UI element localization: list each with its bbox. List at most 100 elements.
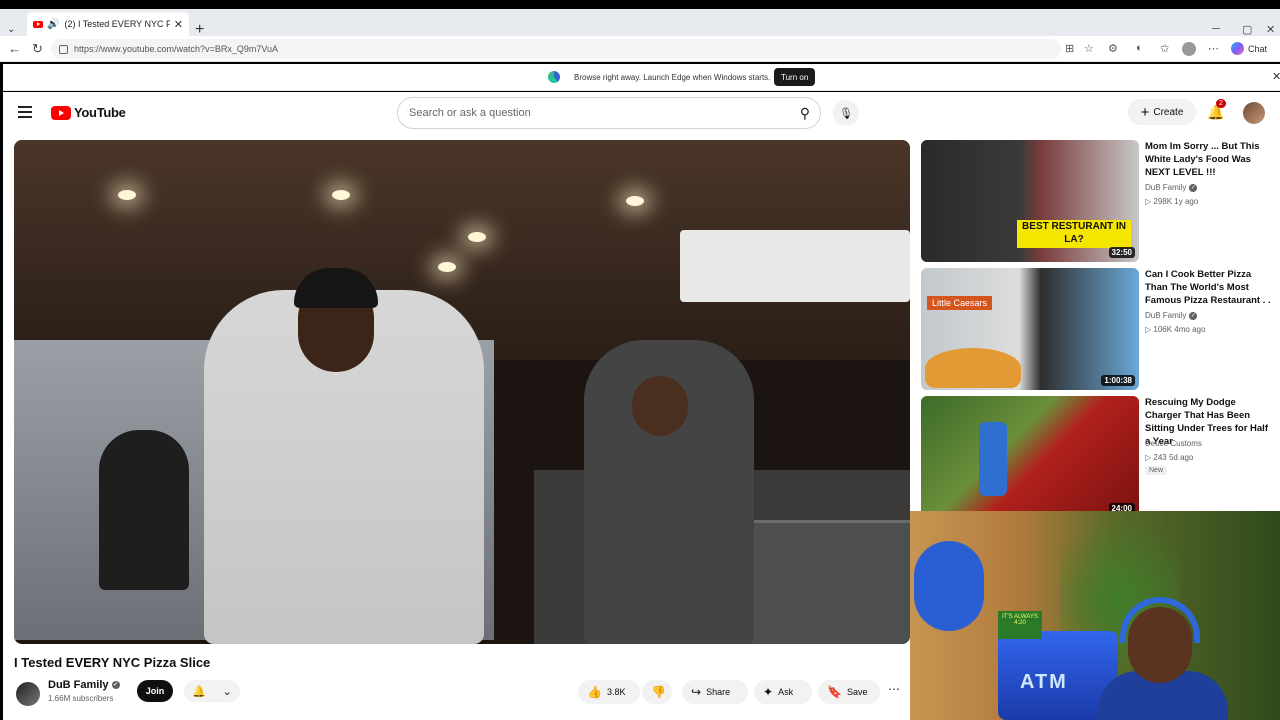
create-button[interactable]: + Create (1128, 99, 1196, 125)
tab-title: (2) I Tested EVERY NYC Pizza (64, 19, 170, 29)
ask-button[interactable]: ✦ Ask (754, 680, 812, 704)
refresh-icon[interactable]: ↻ (32, 41, 43, 57)
site-info-icon[interactable] (59, 44, 68, 54)
more-actions-icon[interactable]: ⋯ (888, 682, 900, 696)
video-scene-ac (680, 230, 910, 302)
recommendation-channel-row: DuB Family ✓ (1145, 183, 1198, 192)
tab-strip: ⌄ 🔊 (2) I Tested EVERY NYC Pizza ✕ + ─ ▢… (0, 9, 1280, 38)
plus-icon: + (1140, 103, 1150, 121)
recommendation-title[interactable]: Mom Im Sorry ... But This White Lady's F… (1145, 140, 1273, 179)
search-input[interactable]: Search or ask a question ⚲ (397, 97, 821, 129)
webcam-poster: IT'S ALWAYS 4:20 (998, 611, 1042, 639)
recommendation-meta: ▷ 243 5d ago (1145, 453, 1194, 462)
account-avatar[interactable] (1243, 102, 1265, 124)
copilot-chat-button[interactable]: Chat (1231, 42, 1267, 55)
channel-avatar[interactable] (16, 682, 40, 706)
video-duration: 32:50 (1108, 247, 1135, 258)
dislike-button[interactable]: 👎 (642, 680, 672, 704)
video-player[interactable] (14, 140, 910, 644)
channel-name-row[interactable]: DuB Family ✓ (48, 679, 120, 691)
recommendation-channel[interactable]: DuB Family (1145, 311, 1186, 320)
chat-label: Chat (1248, 43, 1268, 54)
recommendation-meta: ▷ 298K 1y ago (1145, 197, 1199, 206)
minimize-icon[interactable]: ─ (1212, 23, 1220, 35)
turn-on-button[interactable]: Turn on (774, 68, 816, 86)
chevron-down-icon: ⌄ (222, 685, 232, 698)
favorite-star-icon[interactable]: ☆ (1084, 42, 1094, 55)
infobar-close-icon[interactable]: ✕ (1272, 70, 1280, 83)
new-badge: New (1145, 466, 1168, 475)
recommendation-thumbnail[interactable]: 24:00 (921, 396, 1139, 518)
youtube-logo[interactable]: YouTube (51, 105, 126, 120)
recommendation-channel-row: Deuce Customs (1145, 439, 1202, 448)
video-scene-light (118, 190, 136, 200)
favorites-icon[interactable]: ✩ (1160, 42, 1169, 55)
menu-icon[interactable] (18, 106, 32, 121)
webcam-neon-sign: ATM (1020, 671, 1068, 693)
extensions-icon[interactable]: ⚙ (1108, 42, 1118, 55)
url-text: https://www.youtube.com/watch?v=BRx_Q9m7… (74, 44, 279, 54)
thumbnail-text: BEST RESTURANT IN LA? (1017, 220, 1131, 248)
video-scene-light (332, 190, 350, 200)
share-label: Share (706, 687, 731, 697)
recommendation-channel-row: DuB Family ✓ (1145, 311, 1198, 320)
window-close-icon[interactable]: ✕ (1266, 23, 1275, 36)
video-scene-light (468, 232, 486, 242)
webcam-scene-toy (914, 541, 984, 631)
search-placeholder: Search or ask a question (409, 107, 531, 119)
tab-active[interactable]: 🔊 (2) I Tested EVERY NYC Pizza ✕ (27, 12, 189, 36)
edge-logo-icon (548, 71, 560, 83)
top-black-border (0, 0, 1280, 9)
recommendation-channel[interactable]: DuB Family (1145, 183, 1186, 192)
share-button[interactable]: ↪ Share (682, 680, 748, 704)
speaker-icon[interactable]: 🔊 (47, 19, 59, 30)
profile-avatar[interactable] (1182, 42, 1196, 56)
verified-icon: ✓ (111, 681, 120, 689)
split-screen-icon[interactable]: ⊞ (1065, 42, 1074, 55)
like-count: 3.8K (606, 687, 626, 697)
url-field[interactable]: https://www.youtube.com/watch?v=BRx_Q9m7… (51, 39, 1061, 59)
webcam-overlay: IT'S ALWAYS 4:20 ATM (910, 511, 1280, 720)
youtube-favicon-icon (33, 20, 43, 28)
maximize-icon[interactable]: ▢ (1242, 23, 1252, 36)
sparkle-icon: ✦ (763, 685, 774, 699)
edge-infobar: Browse right away. Launch Edge when Wind… (3, 64, 1280, 91)
recommendation-item[interactable]: Little Caesars 1:00:38 Can I Cook Better… (921, 268, 1276, 390)
video-scene-light (626, 196, 644, 206)
channel-name[interactable]: DuB Family (48, 679, 109, 691)
bell-icon: 🔔 (192, 685, 206, 698)
video-scene-person-head (632, 376, 688, 436)
voice-search-icon[interactable]: 🎙 (833, 100, 859, 126)
notification-badge: 2 (1216, 99, 1226, 108)
recommendation-thumbnail[interactable]: BEST RESTURANT IN LA? 32:50 (921, 140, 1139, 262)
search-icon[interactable]: ⚲ (800, 105, 810, 122)
subscription-bell-button[interactable]: 🔔 ⌄ (184, 680, 240, 702)
recommendation-thumbnail[interactable]: Little Caesars 1:00:38 (921, 268, 1139, 390)
video-title: I Tested EVERY NYC Pizza Slice (14, 655, 211, 670)
tab-close-icon[interactable]: ✕ (174, 18, 183, 31)
ask-label: Ask (778, 687, 794, 697)
like-button[interactable]: 👍 3.8K (578, 680, 640, 704)
browser-essentials-icon[interactable]: ◐ (1136, 42, 1143, 54)
thumbs-down-icon: 👎 (651, 685, 666, 699)
video-scene-person (99, 430, 189, 590)
recommendation-title[interactable]: Can I Cook Better Pizza Than The World's… (1145, 268, 1273, 307)
address-bar-row: ← ↻ https://www.youtube.com/watch?v=BRx_… (0, 36, 1280, 62)
video-scene-light (438, 262, 456, 272)
thumbnail-text: Little Caesars (927, 296, 993, 310)
recommendation-item[interactable]: 24:00 Rescuing My Dodge Charger That Has… (921, 396, 1276, 518)
recommendation-item[interactable]: BEST RESTURANT IN LA? 32:50 Mom Im Sorry… (921, 140, 1276, 262)
bookmark-icon: 🔖 (827, 685, 842, 699)
join-button[interactable]: Join (137, 680, 173, 702)
youtube-play-icon (51, 105, 71, 120)
back-icon[interactable]: ← (8, 41, 21, 56)
save-button[interactable]: 🔖 Save (818, 680, 880, 704)
notifications-bell-icon[interactable]: 🔔 2 (1207, 99, 1226, 121)
settings-more-icon[interactable]: ⋯ (1208, 42, 1219, 55)
tab-actions-icon[interactable]: ⌄ (7, 24, 15, 35)
share-icon: ↪ (691, 685, 702, 699)
recommendation-channel[interactable]: Deuce Customs (1145, 439, 1202, 448)
video-duration: 1:00:38 (1101, 375, 1135, 386)
save-label: Save (846, 687, 868, 697)
recommendation-meta: ▷ 106K 4mo ago (1145, 325, 1206, 334)
